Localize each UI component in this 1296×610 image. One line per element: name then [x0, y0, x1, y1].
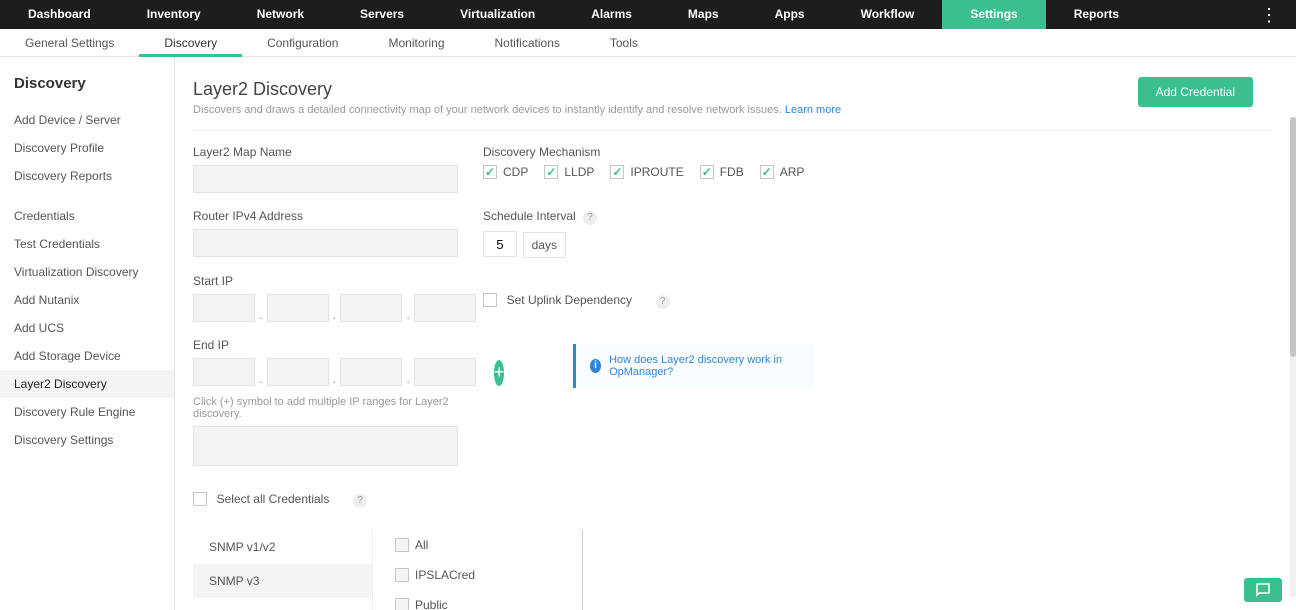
info-box: i How does Layer2 discovery work in OpMa… [573, 344, 813, 388]
info-icon: i [590, 359, 601, 373]
learn-more-link[interactable]: Learn more [785, 104, 841, 116]
cred-label: All [415, 538, 428, 552]
schedule-value-input[interactable] [483, 231, 517, 257]
cred-label: IPSLACred [415, 568, 475, 582]
nav-item-maps[interactable]: Maps [660, 0, 747, 29]
scrollbar-thumb[interactable] [1290, 117, 1296, 357]
sidebar-item-credentials[interactable]: Credentials [14, 202, 174, 230]
sidebar: Discovery Add Device / ServerDiscovery P… [0, 57, 175, 610]
info-link[interactable]: How does Layer2 discovery work in OpMana… [609, 354, 799, 378]
sidebar-item-discovery-reports[interactable]: Discovery Reports [14, 162, 174, 190]
subnav-item-configuration[interactable]: Configuration [242, 29, 363, 57]
subnav-item-notifications[interactable]: Notifications [470, 29, 585, 57]
page-title: Layer2 Discovery [193, 79, 1273, 100]
end-ip-oct2[interactable] [267, 358, 329, 386]
subnav-item-discovery[interactable]: Discovery [139, 29, 242, 57]
mechanism-group: CDP LLDP IPROUTE FDB ARP [483, 165, 1273, 179]
mech-checkbox-arp[interactable] [760, 165, 774, 179]
router-label: Router IPv4 Address [193, 209, 483, 223]
subnav-item-general-settings[interactable]: General Settings [0, 29, 139, 57]
start-ip-label: Start IP [193, 274, 483, 288]
help-icon[interactable]: ? [583, 211, 597, 225]
cred-type-snmp-v1-v2[interactable]: SNMP v1/v2 [193, 530, 372, 564]
sidebar-item-add-device-server[interactable]: Add Device / Server [14, 106, 174, 134]
start-ip-oct2[interactable] [267, 294, 329, 322]
sidebar-item-add-storage-device[interactable]: Add Storage Device [14, 342, 174, 370]
sidebar-item-virtualization-discovery[interactable]: Virtualization Discovery [14, 258, 174, 286]
divider [193, 130, 1273, 131]
cred-type-snmp-v3[interactable]: SNMP v3 [193, 564, 372, 598]
top-nav: DashboardInventoryNetworkServersVirtuali… [0, 0, 1296, 29]
credentials-panel: SNMP v1/v2SNMP v3 All IPSLACred Public [193, 530, 1273, 610]
schedule-label: Schedule Interval ? [483, 209, 1273, 225]
nav-item-apps[interactable]: Apps [747, 0, 833, 29]
schedule-unit: days [523, 232, 566, 258]
uplink-label: Set Uplink Dependency [507, 293, 632, 307]
uplink-checkbox[interactable] [483, 293, 497, 307]
nav-item-dashboard[interactable]: Dashboard [0, 0, 119, 29]
sidebar-item-layer2-discovery[interactable]: Layer2 Discovery [0, 370, 174, 398]
add-credential-button[interactable]: Add Credential [1138, 77, 1253, 107]
sidebar-item-test-credentials[interactable]: Test Credentials [14, 230, 174, 258]
cred-checkbox-all[interactable] [395, 538, 409, 552]
select-all-label: Select all Credentials [217, 492, 330, 506]
end-ip-oct1[interactable] [193, 358, 255, 386]
subnav-item-tools[interactable]: Tools [585, 29, 663, 57]
start-ip-oct1[interactable] [193, 294, 255, 322]
mech-checkbox-cdp[interactable] [483, 165, 497, 179]
help-icon[interactable]: ? [656, 295, 670, 309]
mech-checkbox-lldp[interactable] [544, 165, 558, 179]
page-description: Discovers and draws a detailed connectiv… [193, 104, 1273, 116]
page-desc-text: Discovers and draws a detailed connectiv… [193, 104, 782, 116]
chat-icon [1254, 581, 1272, 599]
cred-label: Public [415, 598, 448, 610]
nav-item-reports[interactable]: Reports [1046, 0, 1147, 29]
sidebar-item-discovery-profile[interactable]: Discovery Profile [14, 134, 174, 162]
mech-checkbox-fdb[interactable] [700, 165, 714, 179]
nav-item-workflow[interactable]: Workflow [833, 0, 943, 29]
map-name-input[interactable] [193, 165, 458, 193]
cred-item-ipslacred[interactable]: IPSLACred [395, 560, 582, 590]
nav-item-servers[interactable]: Servers [332, 0, 432, 29]
cred-checkbox-ipslacred[interactable] [395, 568, 409, 582]
nav-item-virtualization[interactable]: Virtualization [432, 0, 563, 29]
main-content: Add Credential Layer2 Discovery Discover… [175, 57, 1296, 610]
more-menu-icon[interactable]: ⋮ [1242, 9, 1296, 21]
sidebar-item-discovery-rule-engine[interactable]: Discovery Rule Engine [14, 398, 174, 426]
mechanism-label: Discovery Mechanism [483, 145, 1273, 159]
subnav-item-monitoring[interactable]: Monitoring [363, 29, 469, 57]
nav-item-alarms[interactable]: Alarms [563, 0, 660, 29]
nav-item-network[interactable]: Network [229, 0, 332, 29]
nav-item-inventory[interactable]: Inventory [119, 0, 229, 29]
sidebar-item-add-ucs[interactable]: Add UCS [14, 314, 174, 342]
ranges-hint: Click (+) symbol to add multiple IP rang… [193, 396, 483, 420]
nav-item-settings[interactable]: Settings [942, 0, 1045, 29]
mech-checkbox-iproute[interactable] [610, 165, 624, 179]
cred-item-all[interactable]: All [395, 530, 582, 560]
mech-label-arp: ARP [780, 165, 805, 179]
mech-label-iproute: IPROUTE [630, 165, 683, 179]
end-ip-oct4[interactable] [414, 358, 476, 386]
ranges-textarea[interactable] [193, 426, 458, 466]
select-all-checkbox[interactable] [193, 492, 207, 506]
end-ip-oct3[interactable] [340, 358, 402, 386]
start-ip-oct4[interactable] [414, 294, 476, 322]
router-input[interactable] [193, 229, 458, 257]
cred-item-public[interactable]: Public [395, 590, 582, 610]
mech-label-lldp: LLDP [564, 165, 594, 179]
mech-label-fdb: FDB [720, 165, 744, 179]
sidebar-item-add-nutanix[interactable]: Add Nutanix [14, 286, 174, 314]
sidebar-item-discovery-settings[interactable]: Discovery Settings [14, 426, 174, 454]
schedule-label-text: Schedule Interval [483, 209, 576, 223]
start-ip-oct3[interactable] [340, 294, 402, 322]
map-name-label: Layer2 Map Name [193, 145, 483, 159]
mech-label-cdp: CDP [503, 165, 528, 179]
sidebar-title: Discovery [14, 75, 174, 92]
cred-checkbox-public[interactable] [395, 598, 409, 610]
scrollbar[interactable] [1290, 117, 1296, 597]
sub-nav: General SettingsDiscoveryConfigurationMo… [0, 29, 1296, 57]
end-ip-label: End IP [193, 338, 483, 352]
chat-button[interactable] [1244, 578, 1282, 602]
help-icon[interactable]: ? [353, 494, 367, 508]
